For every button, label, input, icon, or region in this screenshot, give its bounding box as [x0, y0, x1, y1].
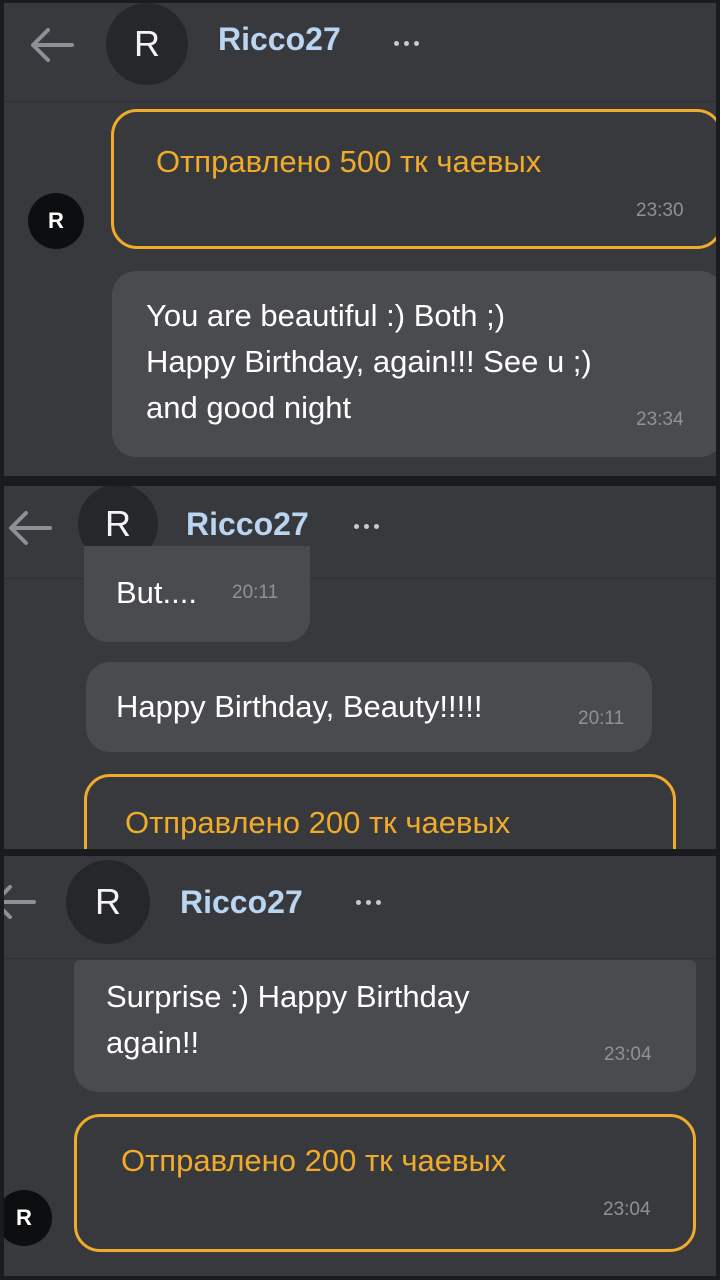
chat-screenshot-3: R Ricco27 Surprise :) Happy Birthday aga… [4, 856, 716, 1276]
tip-text: Отправлено 200 тк чаевых [125, 805, 511, 840]
tip-message: Отправлено 200 тк чаевых 23:04 [74, 1114, 696, 1252]
arrow-left-icon[interactable] [8, 510, 52, 546]
avatar[interactable]: R [106, 3, 188, 85]
message-text: Happy Birthday, Beauty!!!!! [116, 689, 483, 724]
more-dots-icon[interactable] [394, 41, 419, 46]
sender-avatar[interactable]: R [28, 193, 84, 249]
tip-text: Отправлено 200 тк чаевых [121, 1143, 507, 1178]
message-timestamp: 20:11 [578, 708, 625, 729]
more-dots-icon[interactable] [354, 524, 379, 529]
message-bubble: Happy Birthday, Beauty!!!!! 20:11 [86, 662, 652, 752]
chat-header: R Ricco27 [4, 856, 716, 959]
message-timestamp: 20:11 [232, 582, 279, 603]
message-timestamp: 23:30 [636, 200, 684, 221]
contact-username[interactable]: Ricco27 [186, 506, 309, 543]
arrow-left-icon[interactable] [30, 27, 74, 63]
tip-message: Отправлено 200 тк чаевых [84, 774, 676, 849]
message-text: You are beautiful :) Both ;) Happy Birth… [146, 298, 592, 425]
chat-screenshot-2: R Ricco27 But.... 20:11 Happy Birthday, … [4, 486, 716, 849]
arrow-left-icon[interactable] [4, 884, 36, 920]
chat-header: R Ricco27 [4, 3, 716, 102]
message-timestamp: 23:04 [603, 1199, 651, 1220]
more-dots-icon[interactable] [356, 900, 381, 905]
message-bubble: Surprise :) Happy Birthday again!! 23:04 [74, 960, 696, 1092]
message-timestamp: 23:34 [636, 409, 684, 430]
message-text: Surprise :) Happy Birthday again!! [106, 979, 470, 1060]
tip-message: Отправлено 500 тк чаевых 23:30 [111, 109, 716, 249]
message-bubble: But.... 20:11 [84, 546, 310, 642]
avatar[interactable]: R [66, 860, 150, 944]
sender-avatar[interactable]: R [4, 1190, 52, 1246]
chat-screenshot-1: R Ricco27 R Отправлено 500 тк чаевых 23:… [4, 3, 716, 476]
message-timestamp: 23:04 [604, 1044, 652, 1065]
contact-username[interactable]: Ricco27 [218, 21, 341, 58]
message-bubble: You are beautiful :) Both ;) Happy Birth… [112, 271, 716, 457]
contact-username[interactable]: Ricco27 [180, 884, 303, 921]
message-text: But.... [116, 575, 197, 610]
tip-text: Отправлено 500 тк чаевых [156, 144, 542, 179]
